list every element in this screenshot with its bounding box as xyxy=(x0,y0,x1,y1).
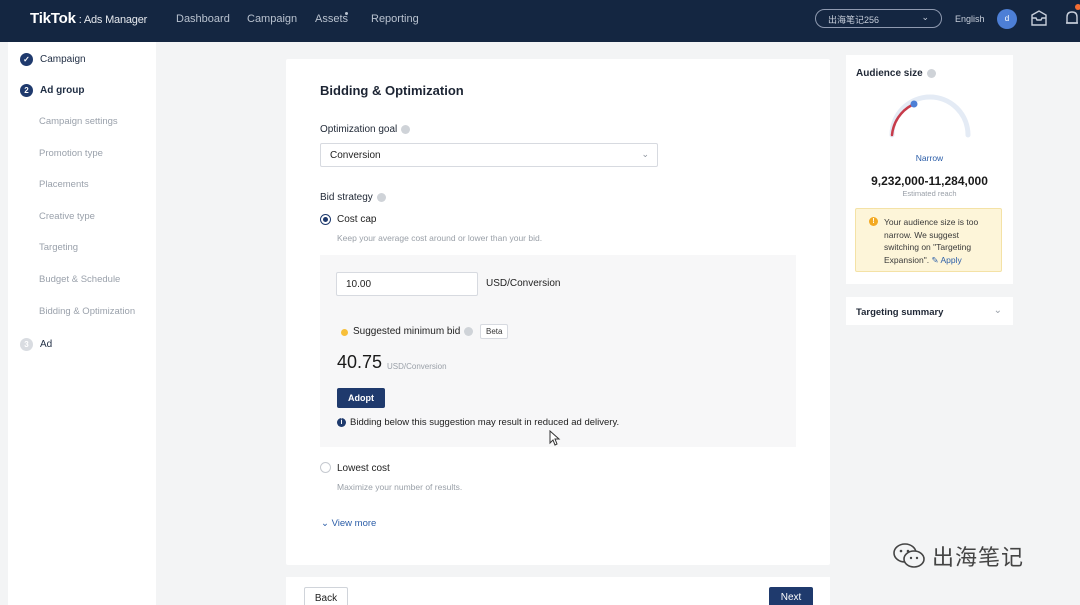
steps-sidebar: ✓ Campaign 2 Ad group Campaign settings … xyxy=(8,42,156,605)
substep-bidding-optimization[interactable]: Bidding & Optimization xyxy=(39,306,135,317)
check-icon: ✓ xyxy=(20,53,33,66)
bidding-optimization-card: Bidding & Optimization Optimization goal… xyxy=(286,59,830,565)
label-text: Optimization goal xyxy=(320,124,398,135)
cost-cap-hint: Keep your average cost around or lower t… xyxy=(337,233,543,243)
cost-cap-panel: 10.00 USD/Conversion Suggested minimum b… xyxy=(320,255,796,447)
inbox-icon[interactable] xyxy=(1030,9,1048,27)
suggested-bid-value: 40.75 xyxy=(337,352,383,372)
step-ad[interactable]: 3 Ad xyxy=(20,338,52,351)
avatar[interactable]: d xyxy=(997,9,1017,29)
nav-assets[interactable]: Assets xyxy=(315,13,348,25)
audience-size-title: Audience size xyxy=(856,68,936,79)
chevron-down-icon: ⌄ xyxy=(993,305,1002,316)
mouse-cursor-icon xyxy=(549,430,561,446)
suggested-bid-unit: USD/Conversion xyxy=(387,362,447,371)
help-icon[interactable] xyxy=(376,193,386,202)
bid-amount-input[interactable]: 10.00 xyxy=(336,272,478,296)
chevron-down-icon: ⌄ xyxy=(641,149,649,159)
targeting-summary-card[interactable]: Targeting summary ⌄ xyxy=(846,297,1013,325)
suggested-bid-label: Suggested minimum bid xyxy=(353,326,474,337)
info-icon: i xyxy=(337,418,346,427)
step-number: 3 xyxy=(20,338,33,351)
lowest-cost-label[interactable]: Lowest cost xyxy=(337,463,390,474)
help-icon[interactable] xyxy=(464,327,474,336)
link-text: View more xyxy=(331,518,377,529)
audience-notice: ! Your audience size is too narrow. We s… xyxy=(855,208,1002,272)
apply-link[interactable]: ✎ Apply xyxy=(931,255,961,265)
bid-strategy-label: Bid strategy xyxy=(320,192,386,203)
top-navigation-bar: TikTok: Ads Manager Dashboard Campaign A… xyxy=(0,0,1080,42)
substep-targeting[interactable]: Targeting xyxy=(39,242,78,253)
audience-level: Narrow xyxy=(915,153,944,163)
view-more-link[interactable]: ⌄ View more xyxy=(321,518,376,529)
step-label: Ad xyxy=(40,339,53,350)
assets-new-dot xyxy=(345,12,348,15)
lowest-cost-hint: Maximize your number of results. xyxy=(337,482,463,492)
form-footer: Back Next xyxy=(286,577,830,605)
watermark-text: 出海笔记 xyxy=(932,545,1025,570)
suggestion-dot-icon xyxy=(341,329,348,336)
substep-creative-type[interactable]: Creative type xyxy=(39,211,95,222)
tiktok-ads-logo[interactable]: TikTok: Ads Manager xyxy=(30,10,147,27)
lowest-cost-radio[interactable] xyxy=(320,462,331,473)
optimization-goal-label: Optimization goal xyxy=(320,124,411,135)
account-name: 出海笔记256 xyxy=(828,15,880,25)
notice-text: Your audience size is too narrow. We sug… xyxy=(884,216,996,266)
section-title: Bidding & Optimization xyxy=(320,83,464,98)
delivery-warning: i Bidding below this suggestion may resu… xyxy=(337,417,619,428)
apply-label: Apply xyxy=(940,254,962,265)
step-label: Ad group xyxy=(40,85,85,96)
label-text: Suggested minimum bid xyxy=(353,326,461,337)
back-button[interactable]: Back xyxy=(304,587,348,605)
step-label: Campaign xyxy=(40,54,86,65)
help-icon[interactable] xyxy=(401,125,411,134)
bell-icon[interactable] xyxy=(1064,8,1080,28)
beta-badge: Beta xyxy=(480,324,509,339)
nav-dashboard[interactable]: Dashboard xyxy=(176,13,230,25)
optimization-goal-select[interactable]: Conversion ⌄ xyxy=(320,143,658,167)
chevron-down-icon: ⌄ xyxy=(921,12,929,22)
substep-promotion-type[interactable]: Promotion type xyxy=(39,148,103,159)
wechat-icon xyxy=(893,543,925,568)
double-chevron-down-icon: ⌄ xyxy=(321,518,329,529)
nav-campaign[interactable]: Campaign xyxy=(247,13,297,25)
cost-cap-radio[interactable] xyxy=(320,214,331,225)
warning-text: Bidding below this suggestion may result… xyxy=(350,417,620,428)
adopt-button[interactable]: Adopt xyxy=(337,388,385,408)
account-selector[interactable]: 出海笔记256 ⌄ xyxy=(815,9,942,28)
notification-dot xyxy=(1075,4,1080,10)
language-selector[interactable]: English xyxy=(955,14,985,24)
selected-value: Conversion xyxy=(330,150,381,161)
brand-name: TikTok xyxy=(30,10,76,27)
substep-placements[interactable]: Placements xyxy=(39,179,89,190)
substep-budget-schedule[interactable]: Budget & Schedule xyxy=(39,274,120,285)
step-campaign[interactable]: ✓ Campaign xyxy=(20,53,86,66)
watermark: 出海笔记 xyxy=(892,540,1024,572)
bid-unit: USD/Conversion xyxy=(486,278,561,289)
label-text: Bid strategy xyxy=(320,192,373,203)
estimated-reach-label: Estimated reach xyxy=(902,189,957,198)
targeting-summary-title: Targeting summary xyxy=(856,307,944,318)
substep-campaign-settings[interactable]: Campaign settings xyxy=(39,116,118,127)
help-icon[interactable] xyxy=(926,69,936,78)
nav-reporting[interactable]: Reporting xyxy=(371,13,419,25)
title-text: Audience size xyxy=(856,68,923,79)
audience-range: 9,232,000-11,284,000 xyxy=(871,174,988,188)
step-number: 2 xyxy=(20,84,33,97)
next-button[interactable]: Next xyxy=(769,587,813,605)
cost-cap-label[interactable]: Cost cap xyxy=(337,214,376,225)
audience-gauge xyxy=(889,94,971,138)
warning-icon: ! xyxy=(869,217,878,226)
step-ad-group[interactable]: 2 Ad group xyxy=(20,84,84,97)
audience-size-card: Audience size Narrow 9,232,000-11,284,00… xyxy=(846,55,1013,284)
brand-subtitle: : Ads Manager xyxy=(78,14,148,26)
